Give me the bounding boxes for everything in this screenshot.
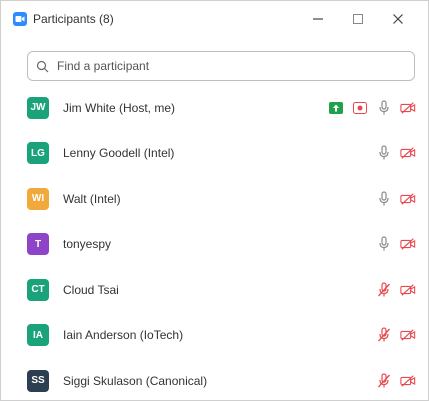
- participant-list: JW Jim White (Host, me) LG Lenny Goodell…: [1, 85, 428, 400]
- participant-row[interactable]: JW Jim White (Host, me): [1, 85, 428, 131]
- participant-row[interactable]: SS Siggi Skulason (Canonical): [1, 358, 428, 400]
- microphone-muted-icon[interactable]: [376, 327, 392, 343]
- close-button[interactable]: [378, 5, 418, 33]
- participant-name: tonyespy: [63, 237, 112, 252]
- video-off-icon[interactable]: [400, 100, 416, 116]
- participant-status: [328, 100, 416, 116]
- video-off-icon[interactable]: [400, 373, 416, 389]
- participant-name: Walt (Intel): [63, 191, 121, 206]
- maximize-icon: [353, 14, 363, 24]
- participants-window: Participants (8) JW Jim White (Host, me)…: [0, 0, 429, 401]
- screen-share-icon: [328, 100, 344, 116]
- participant-name: Iain Anderson (IoTech): [63, 328, 184, 343]
- avatar: WI: [27, 187, 49, 210]
- video-off-icon[interactable]: [400, 236, 416, 252]
- participant-row[interactable]: CT Cloud Tsai: [1, 267, 428, 313]
- microphone-icon[interactable]: [376, 145, 392, 161]
- participant-status: [376, 373, 416, 389]
- participant-row[interactable]: WI Walt (Intel): [1, 176, 428, 222]
- minimize-icon: [313, 18, 323, 20]
- microphone-muted-icon[interactable]: [376, 373, 392, 389]
- video-off-icon[interactable]: [400, 145, 416, 161]
- search-box[interactable]: [27, 51, 415, 81]
- avatar: T: [27, 233, 49, 256]
- participant-row[interactable]: T tonyespy: [1, 222, 428, 268]
- participant-name: Lenny Goodell (Intel): [63, 146, 175, 161]
- maximize-button[interactable]: [338, 5, 378, 33]
- title-bar: Participants (8): [1, 1, 428, 37]
- microphone-icon[interactable]: [376, 100, 392, 116]
- avatar: SS: [27, 369, 49, 392]
- participant-status: [376, 145, 416, 161]
- microphone-muted-icon[interactable]: [376, 282, 392, 298]
- participant-name: Siggi Skulason (Canonical): [63, 373, 208, 388]
- zoom-app-icon: [13, 12, 27, 26]
- close-icon: [393, 14, 403, 24]
- participant-status: [376, 282, 416, 298]
- participant-status: [376, 327, 416, 343]
- search-input[interactable]: [55, 58, 399, 74]
- avatar: CT: [27, 278, 49, 301]
- video-off-icon[interactable]: [400, 282, 416, 298]
- video-off-icon[interactable]: [400, 327, 416, 343]
- participant-status: [376, 191, 416, 207]
- avatar: IA: [27, 324, 49, 347]
- participant-name: Jim White (Host, me): [63, 100, 176, 115]
- participant-status: [376, 236, 416, 252]
- search-icon: [36, 60, 49, 72]
- avatar: JW: [27, 96, 49, 119]
- minimize-button[interactable]: [298, 5, 338, 33]
- microphone-icon[interactable]: [376, 191, 392, 207]
- avatar: LG: [27, 142, 49, 165]
- window-title: Participants (8): [33, 12, 114, 26]
- participant-row[interactable]: IA Iain Anderson (IoTech): [1, 313, 428, 359]
- record-icon: [352, 100, 368, 116]
- video-off-icon[interactable]: [400, 191, 416, 207]
- participant-name: Cloud Tsai: [63, 282, 119, 297]
- participant-row[interactable]: LG Lenny Goodell (Intel): [1, 131, 428, 177]
- microphone-icon[interactable]: [376, 236, 392, 252]
